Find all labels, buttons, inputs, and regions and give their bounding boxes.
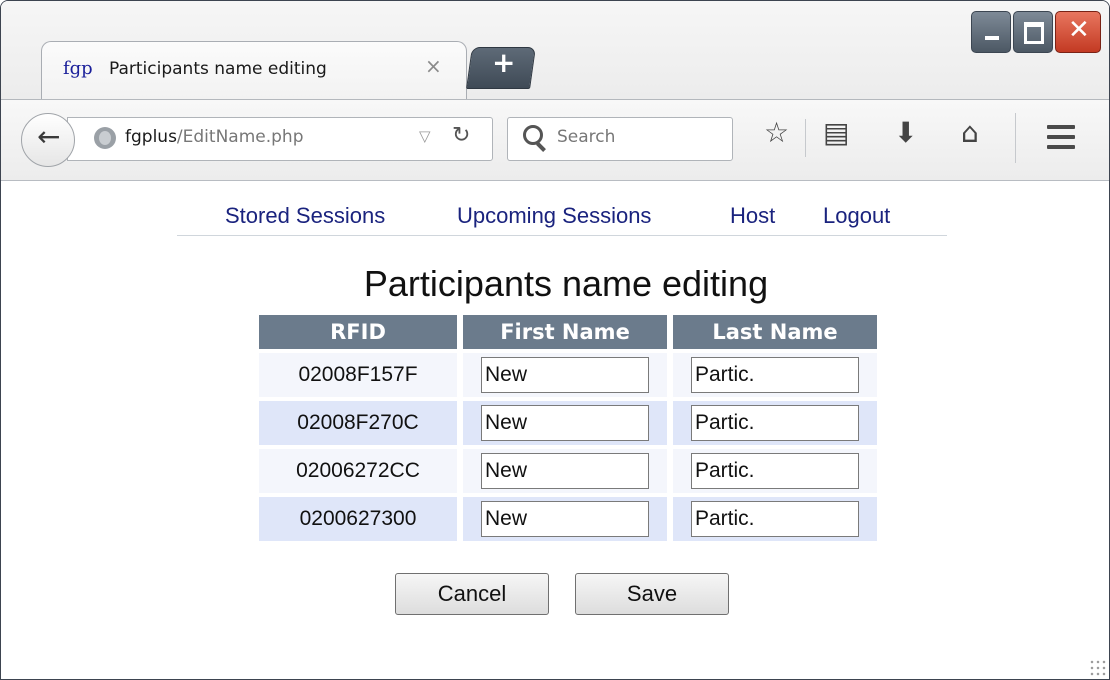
maximize-button[interactable]: [1013, 11, 1053, 53]
close-icon: ✕: [1068, 15, 1090, 45]
rfid-cell: 02008F270C: [259, 401, 457, 445]
nav-link-upcoming-sessions[interactable]: Upcoming Sessions: [457, 203, 651, 229]
last-name-input[interactable]: [691, 405, 859, 441]
first-name-cell: [463, 449, 667, 493]
tab-title: Participants name editing: [109, 59, 327, 79]
download-icon[interactable]: ⬇: [894, 119, 917, 147]
first-name-cell: [463, 497, 667, 541]
table-header-row: RFID First Name Last Name: [259, 315, 877, 349]
search-icon: [523, 125, 543, 145]
nav-link-stored-sessions[interactable]: Stored Sessions: [225, 203, 385, 229]
search-placeholder: Search: [557, 127, 616, 147]
first-name-input[interactable]: [481, 453, 649, 489]
url-text[interactable]: fgplus/EditName.php: [125, 127, 303, 147]
first-name-input[interactable]: [481, 405, 649, 441]
page-content: Stored Sessions Upcoming Sessions Host L…: [11, 181, 1101, 677]
first-name-input[interactable]: [481, 357, 649, 393]
site-identity-icon[interactable]: [94, 127, 116, 149]
first-name-input[interactable]: [481, 501, 649, 537]
page-title: Participants name editing: [363, 263, 769, 304]
favicon-icon: fgp: [63, 58, 93, 79]
rfid-cell: 02006272CC: [259, 449, 457, 493]
reload-icon[interactable]: ↻: [452, 123, 470, 148]
column-header-first-name: First Name: [463, 315, 667, 349]
last-name-cell: [673, 449, 877, 493]
minimize-button[interactable]: [971, 11, 1011, 53]
column-header-last-name: Last Name: [673, 315, 877, 349]
home-icon[interactable]: ⌂: [961, 119, 979, 147]
plus-icon: +: [492, 46, 516, 79]
first-name-cell: [463, 401, 667, 445]
table-row: 02006272CC: [259, 449, 877, 493]
browser-window: fgp Participants name editing × + ✕ ← fg…: [0, 0, 1110, 680]
participants-table: RFID First Name Last Name 02008F157F 020…: [253, 311, 883, 545]
toolbar-divider: [805, 119, 806, 157]
cancel-button[interactable]: Cancel: [395, 573, 549, 615]
window-controls: ✕: [971, 11, 1103, 55]
nav-link-logout[interactable]: Logout: [823, 203, 890, 229]
last-name-cell: [673, 401, 877, 445]
rfid-cell: 0200627300: [259, 497, 457, 541]
last-name-input[interactable]: [691, 453, 859, 489]
last-name-cell: [673, 497, 877, 541]
table-row: 02008F270C: [259, 401, 877, 445]
save-button[interactable]: Save: [575, 573, 729, 615]
reading-list-icon[interactable]: ▤: [823, 119, 849, 147]
url-path: /EditName.php: [176, 127, 304, 147]
bookmark-star-icon[interactable]: ☆: [764, 119, 789, 147]
tab-close-icon[interactable]: ×: [425, 56, 442, 76]
first-name-cell: [463, 353, 667, 397]
hamburger-menu-icon[interactable]: [1047, 125, 1075, 149]
site-nav: Stored Sessions Upcoming Sessions Host L…: [177, 199, 947, 236]
column-header-rfid: RFID: [259, 315, 457, 349]
rfid-cell: 02008F157F: [259, 353, 457, 397]
last-name-input[interactable]: [691, 501, 859, 537]
resize-grip[interactable]: [1089, 659, 1107, 677]
close-window-button[interactable]: ✕: [1055, 11, 1101, 53]
back-arrow-icon: ←: [37, 120, 61, 153]
toolbar-divider: [1015, 113, 1016, 163]
table-row: 02008F157F: [259, 353, 877, 397]
last-name-input[interactable]: [691, 357, 859, 393]
url-host: fgplus: [125, 127, 177, 147]
nav-link-host[interactable]: Host: [730, 203, 775, 229]
table-row: 0200627300: [259, 497, 877, 541]
last-name-cell: [673, 353, 877, 397]
history-dropdown-icon[interactable]: ▽: [419, 127, 431, 145]
